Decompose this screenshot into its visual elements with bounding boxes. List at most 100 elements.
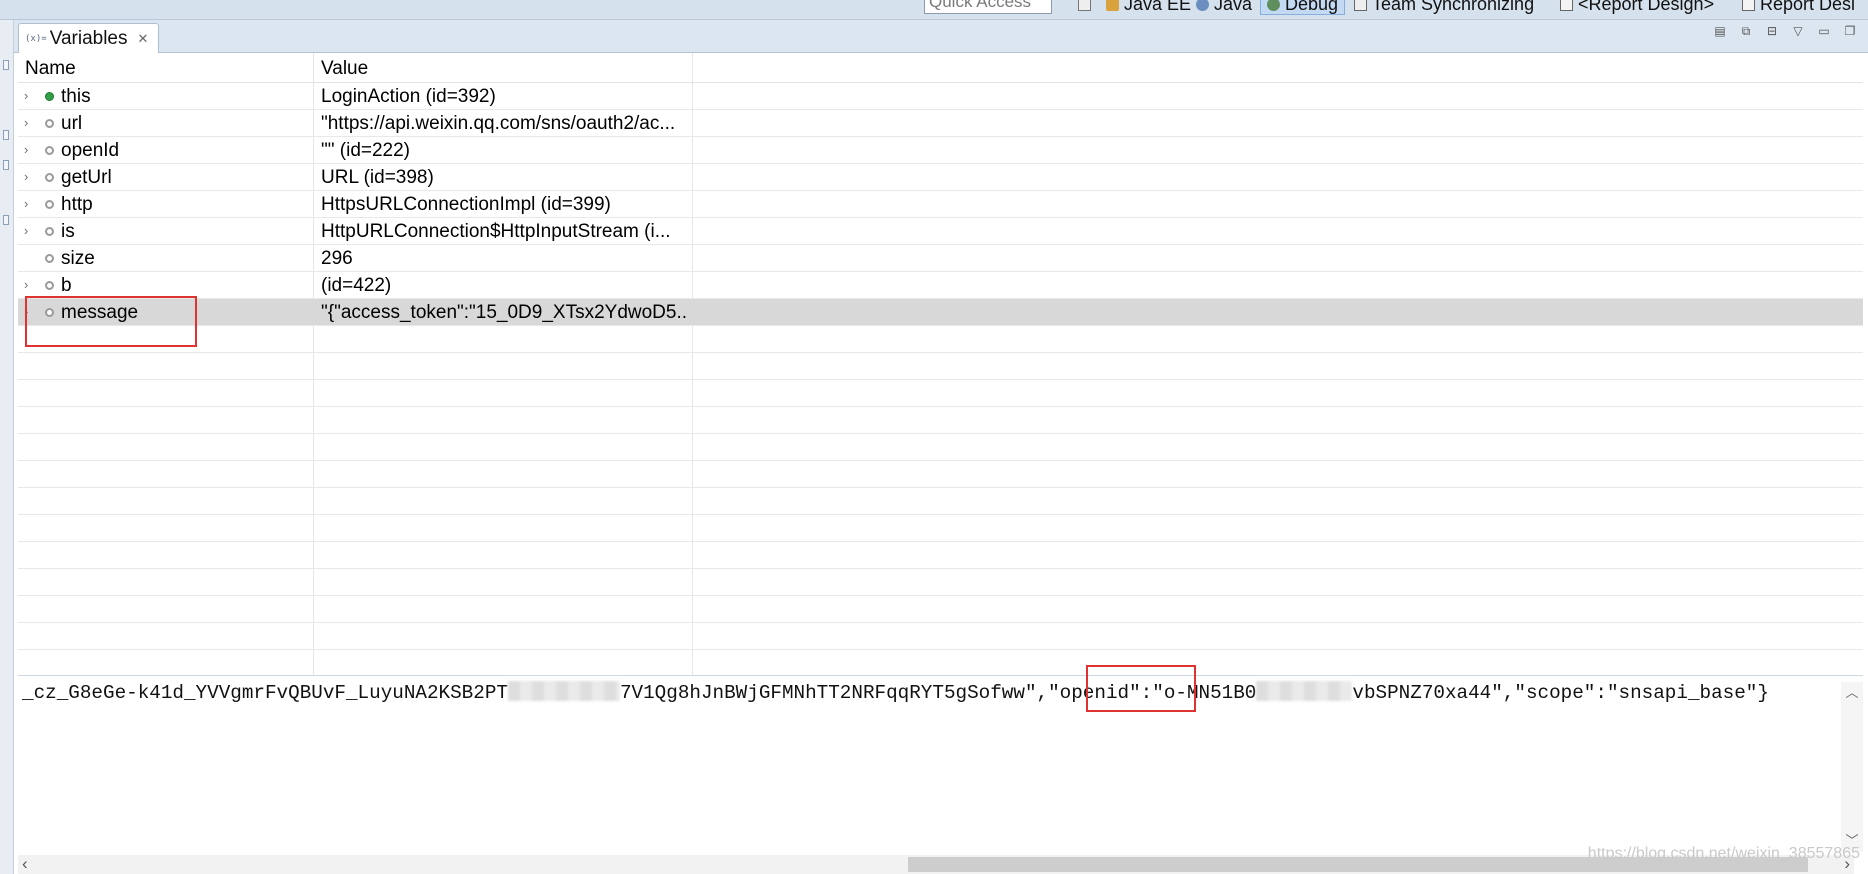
detail-text-part: _cz_G8eGe-k41d_YVVgmrFvQBUvF_LuyuNA2KSB2…: [22, 682, 508, 704]
variable-value: 296: [321, 248, 353, 269]
collapse-all-icon[interactable]: ⊟: [1764, 24, 1780, 38]
table-row-selected[interactable]: › message "{"access_token":"15_0D9_XTsx2…: [18, 299, 1863, 326]
trim-icon[interactable]: [3, 215, 9, 225]
empty-row: [18, 488, 1863, 515]
trim-icon[interactable]: [3, 60, 9, 70]
perspective-team-synchronizing[interactable]: Team Synchronizing: [1354, 0, 1534, 15]
table-row[interactable]: › http HttpsURLConnectionImpl (id=399): [18, 191, 1863, 218]
detail-horizontal-scrollbar[interactable]: ‹ ›: [18, 854, 1854, 874]
java-ee-icon: [1106, 0, 1119, 11]
expand-chevron-icon[interactable]: ›: [24, 196, 36, 212]
local-variable-icon: [45, 146, 54, 155]
tab-variables[interactable]: (x)= Variables ✕: [18, 23, 160, 54]
scroll-left-icon[interactable]: ‹: [22, 854, 28, 874]
scroll-up-icon[interactable]: ︿: [1841, 682, 1863, 704]
variable-value: URL (id=398): [321, 167, 434, 188]
detail-text[interactable]: _cz_G8eGe-k41d_YVVgmrFvQBUvF_LuyuNA2KSB2…: [22, 680, 1769, 706]
variable-name: is: [61, 221, 75, 242]
close-icon[interactable]: ✕: [138, 31, 149, 47]
detail-text-part: 7V1Qg8hJnBWjGFMNhTT2NRFqqRYT5gSofww",: [619, 682, 1049, 704]
variable-value: "" (id=222): [321, 140, 411, 161]
table-row[interactable]: › url "https://api.weixin.qq.com/sns/oau…: [18, 110, 1863, 137]
empty-row: [18, 650, 1863, 677]
redacted-blur: [1256, 681, 1353, 701]
watermark: https://blog.csdn.net/weixin_38557865: [1587, 845, 1860, 862]
empty-row: [18, 515, 1863, 542]
empty-row: [18, 326, 1863, 353]
variable-name: openId: [61, 140, 120, 161]
empty-row: [18, 380, 1863, 407]
column-header-value[interactable]: Value: [314, 53, 693, 83]
variables-view-icon: (x)=: [25, 34, 47, 44]
view-toolbar: ▤ ⧉ ⊟ ▽ ▭ ❐: [1712, 24, 1858, 38]
empty-row: [18, 434, 1863, 461]
variable-name: this: [61, 86, 91, 107]
local-variable-icon: [45, 281, 54, 290]
expand-chevron-icon[interactable]: ›: [24, 142, 36, 158]
tab-label: Variables: [49, 28, 128, 49]
open-perspective-button[interactable]: [1078, 0, 1096, 15]
perspective-report-design-1[interactable]: <Report Design>: [1560, 0, 1714, 15]
empty-row: [18, 596, 1863, 623]
perspective-label: Java EE: [1124, 0, 1192, 14]
report-design-icon: [1560, 0, 1573, 11]
variable-name: b: [61, 275, 72, 296]
table-row[interactable]: › b (id=422): [18, 272, 1863, 299]
local-variable-icon: [45, 119, 54, 128]
minimize-icon[interactable]: ▭: [1816, 24, 1832, 38]
perspective-java[interactable]: Java: [1196, 0, 1252, 15]
redacted-blur: [507, 681, 620, 701]
view-menu-icon[interactable]: ▽: [1790, 24, 1806, 38]
variable-name: http: [61, 194, 93, 215]
local-variable-icon: [45, 227, 54, 236]
perspective-java-ee[interactable]: Java EE: [1106, 0, 1191, 15]
debug-icon: [1267, 0, 1280, 11]
variable-name: size: [61, 248, 95, 269]
open-perspective-icon: [1078, 0, 1091, 11]
expand-chevron-icon[interactable]: ›: [24, 223, 36, 239]
empty-row: [18, 407, 1863, 434]
local-variable-icon: [45, 173, 54, 182]
local-variable-icon: [45, 200, 54, 209]
variable-value: "{"access_token":"15_0D9_XTsx2YdwoD5...: [321, 302, 687, 323]
perspective-label: <Report Design>: [1578, 0, 1715, 14]
empty-row: [18, 542, 1863, 569]
table-row[interactable]: › is HttpURLConnection$HttpInputStream (…: [18, 218, 1863, 245]
view-tab-bar: (x)= Variables ✕ ▤ ⧉ ⊟ ▽ ▭ ❐: [14, 20, 1868, 54]
empty-row: [18, 353, 1863, 380]
report-design-icon: [1742, 0, 1755, 11]
table-row[interactable]: size 296: [18, 245, 1863, 272]
maximize-icon[interactable]: ❐: [1842, 24, 1858, 38]
highlight-box-openid: [1086, 665, 1196, 712]
empty-row: [18, 569, 1863, 596]
variable-value: HttpURLConnection$HttpInputStream (i...: [321, 221, 671, 242]
team-sync-icon: [1354, 0, 1367, 11]
quick-access-input[interactable]: Quick Access: [924, 0, 1052, 14]
expand-chevron-icon[interactable]: ›: [24, 277, 36, 293]
perspective-debug[interactable]: Debug: [1260, 0, 1346, 15]
variable-detail-pane[interactable]: _cz_G8eGe-k41d_YVVgmrFvQBUvF_LuyuNA2KSB2…: [18, 675, 1863, 855]
trim-icon[interactable]: [3, 160, 9, 170]
detail-vertical-scrollbar[interactable]: ︿ ﹀: [1841, 682, 1863, 852]
expand-chevron-icon[interactable]: ›: [24, 169, 36, 185]
detail-text-part: vbSPNZ70xa44","scope":"snsapi_base"}: [1352, 682, 1769, 704]
expand-chevron-icon[interactable]: ›: [24, 88, 36, 104]
trim-icon[interactable]: [3, 130, 9, 140]
table-row[interactable]: › getUrl URL (id=398): [18, 164, 1863, 191]
show-type-names-icon[interactable]: ▤: [1712, 24, 1728, 38]
variables-table[interactable]: Name Value › this LoginAction (id=392) ›…: [18, 53, 1863, 677]
left-trim-bar: [0, 20, 14, 874]
perspective-label: Java: [1214, 0, 1253, 14]
table-row[interactable]: › openId "" (id=222): [18, 137, 1863, 164]
expand-chevron-icon[interactable]: ›: [24, 115, 36, 131]
table-row[interactable]: › this LoginAction (id=392): [18, 83, 1863, 110]
perspective-label: Team Synchronizing: [1372, 0, 1535, 14]
perspective-report-design-2[interactable]: Report Desi: [1742, 0, 1855, 15]
public-field-icon: [45, 92, 54, 101]
perspective-toolbar: Quick Access Java EE Java Debug Team Syn…: [0, 0, 1868, 20]
table-header: Name Value: [18, 53, 1863, 83]
perspective-label: Report Desi: [1760, 0, 1856, 14]
show-logical-structure-icon[interactable]: ⧉: [1738, 24, 1754, 38]
variable-name: getUrl: [61, 167, 112, 188]
column-header-name[interactable]: Name: [18, 53, 314, 83]
